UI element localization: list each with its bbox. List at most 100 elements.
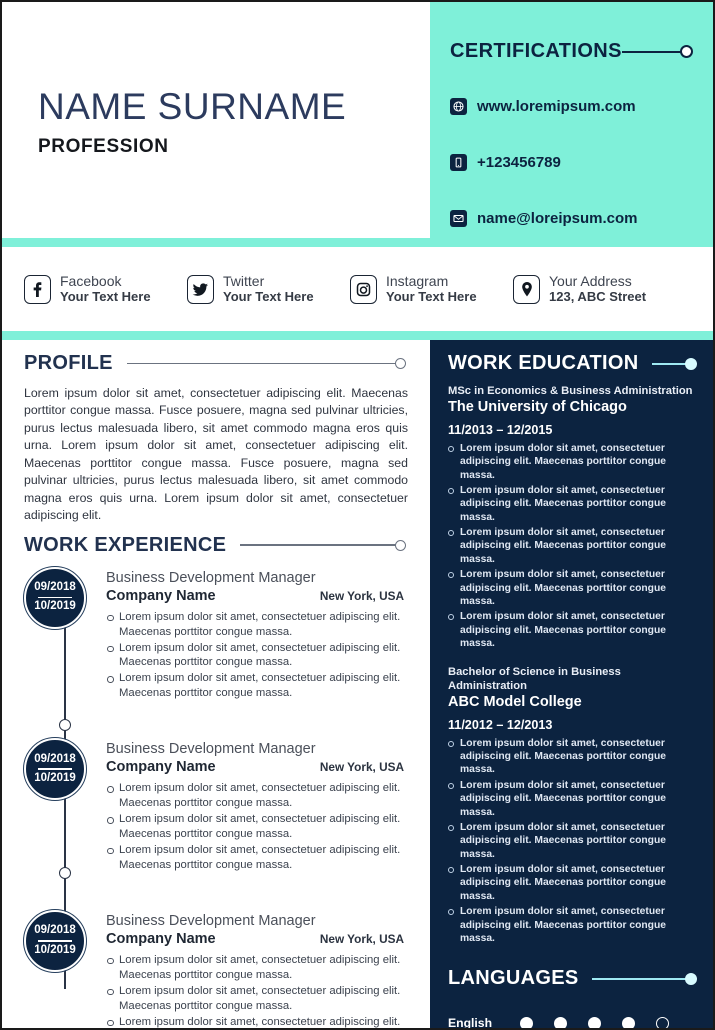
experience-item: 09/2018 10/2019 Business Development Man… xyxy=(23,908,408,1028)
education-item: Bachelor of Science in Business Administ… xyxy=(448,666,699,945)
location-pin-icon xyxy=(513,274,540,304)
work-experience-section-title: WORK EXPERIENCE xyxy=(24,533,227,556)
experience-start-date: 09/2018 xyxy=(34,752,76,765)
experience-location: New York, USA xyxy=(319,931,404,946)
experience-role: Business Development Manager xyxy=(106,569,316,586)
rating-dot-filled-icon[interactable] xyxy=(520,1016,533,1028)
education-degree: Bachelor of Science in Business Administ… xyxy=(448,666,621,692)
rule-end-dot-icon xyxy=(395,539,406,551)
list-item: Lorem ipsum dolor sit amet, consectetuer… xyxy=(106,671,408,701)
rule-line xyxy=(240,544,396,546)
education-bullets: Lorem ipsum dolor sit amet, consectetuer… xyxy=(448,442,699,651)
badge-separator xyxy=(38,768,72,770)
mobile-phone-icon xyxy=(450,154,467,171)
rule-end-dot-icon xyxy=(395,358,406,369)
social-item-facebook[interactable]: Facebook Your Text Here xyxy=(24,272,187,304)
badge-separator xyxy=(38,939,72,942)
languages-section: LANGUAGES English Spanish German xyxy=(448,967,699,1028)
timeline-node-icon xyxy=(58,718,71,731)
list-item: Lorem ipsum dolor sit amet, consectetuer… xyxy=(448,568,699,608)
certifications-rule xyxy=(622,51,684,53)
experience-end-date: 10/2019 xyxy=(34,771,76,784)
resume-page: NAME SURNAME PROFESSION CERTIFICATIONS w… xyxy=(0,0,715,1030)
rating-dot-filled-icon[interactable] xyxy=(554,1016,567,1028)
certifications-title: CERTIFICATIONS xyxy=(450,40,622,62)
experience-company-row: Company Name New York, USA xyxy=(106,588,408,604)
experience-timeline: 09/2018 10/2019 Business Development Man… xyxy=(23,565,408,1028)
social-item-address-text: Your Address 123, ABC Street xyxy=(549,272,647,304)
facebook-icon xyxy=(24,274,51,304)
experience-end-date: 10/2019 xyxy=(34,600,76,613)
social-item-instagram[interactable]: Instagram Your Text Here xyxy=(350,273,513,304)
list-item: Lorem ipsum dolor sit amet, consectetuer… xyxy=(106,812,408,842)
contact-phone-text: +123456789 xyxy=(477,154,561,171)
profile-section-title: PROFILE xyxy=(24,352,113,374)
social-item-twitter-sub: Your Text Here xyxy=(223,288,314,304)
teal-divider-band-bottom xyxy=(2,331,713,340)
experience-body: Business Development Manager Company Nam… xyxy=(106,738,408,874)
social-item-twitter[interactable]: Twitter Your Text Here xyxy=(187,272,350,304)
experience-date-badge: 09/2018 10/2019 xyxy=(23,565,87,630)
rating-dot-empty-icon[interactable] xyxy=(656,1016,669,1028)
social-item-twitter-name: Twitter xyxy=(223,272,265,289)
list-item: Lorem ipsum dolor sit amet, consectetuer… xyxy=(448,484,699,524)
profile-section-header: PROFILE xyxy=(24,352,408,375)
right-column: WORK EDUCATION MSc in Economics & Busine… xyxy=(430,340,713,1028)
profile-body-text: Lorem ipsum dolor sit amet, consectetuer… xyxy=(24,386,408,523)
instagram-icon xyxy=(350,274,377,304)
education-school: ABC Model College xyxy=(448,694,582,711)
experience-role: Business Development Manager xyxy=(106,741,316,758)
rating-dot-filled-icon[interactable] xyxy=(588,1016,601,1028)
social-item-facebook-name: Facebook xyxy=(60,272,122,289)
experience-start-date: 09/2018 xyxy=(34,924,76,937)
experience-company: Company Name xyxy=(106,930,216,947)
rating-dot-filled-icon[interactable] xyxy=(622,1016,635,1028)
education-dates: 11/2012 – 12/2013 xyxy=(448,717,553,732)
experience-company-row: Company Name New York, USA xyxy=(106,931,408,947)
languages-section-title: LANGUAGES xyxy=(448,967,579,990)
globe-icon xyxy=(450,98,467,115)
experience-company-row: Company Name New York, USA xyxy=(106,759,408,775)
experience-item: 09/2018 10/2019 Business Development Man… xyxy=(23,737,408,874)
list-item: Lorem ipsum dolor sit amet, consectetuer… xyxy=(106,781,408,811)
list-item: Lorem ipsum dolor sit amet, consectetuer… xyxy=(448,610,699,650)
left-column: PROFILE Lorem ipsum dolor sit amet, cons… xyxy=(2,340,430,1028)
list-item: Lorem ipsum dolor sit amet, consectetuer… xyxy=(106,641,408,671)
rule-line xyxy=(126,362,396,365)
contact-phone[interactable]: +123456789 xyxy=(450,154,561,171)
badge-separator xyxy=(38,596,72,599)
rule-line xyxy=(652,362,686,365)
languages-header-rule xyxy=(592,972,699,985)
list-item: Lorem ipsum dolor sit amet, consectetuer… xyxy=(106,984,408,1014)
social-item-address-sub: 123, ABC Street xyxy=(549,288,647,304)
experience-company: Company Name xyxy=(106,587,216,604)
certifications-rule-dot-icon xyxy=(680,45,693,58)
experience-role: Business Development Manager xyxy=(106,912,316,929)
social-item-instagram-sub: Your Text Here xyxy=(386,288,477,304)
social-item-address[interactable]: Your Address 123, ABC Street xyxy=(513,272,676,304)
rule-line xyxy=(592,977,686,980)
contact-email[interactable]: name@loreipsum.com xyxy=(450,210,638,227)
social-item-facebook-text: Facebook Your Text Here xyxy=(60,272,151,304)
list-item: Lorem ipsum dolor sit amet, consectetuer… xyxy=(448,863,699,903)
list-item: Lorem ipsum dolor sit amet, consectetuer… xyxy=(448,442,699,482)
list-item: Lorem ipsum dolor sit amet, consectetuer… xyxy=(448,821,699,861)
experience-bullets: Lorem ipsum dolor sit amet, consectetuer… xyxy=(106,610,408,701)
education-item: MSc in Economics & Business Administrati… xyxy=(448,385,699,650)
list-item: Lorem ipsum dolor sit amet, consectetuer… xyxy=(448,526,699,566)
contact-website-text: www.loremipsum.com xyxy=(477,98,636,115)
experience-bullets: Lorem ipsum dolor sit amet, consectetuer… xyxy=(106,953,408,1028)
experience-start-date: 09/2018 xyxy=(34,581,76,594)
experience-body: Business Development Manager Company Nam… xyxy=(106,910,408,1028)
education-section-title: WORK EDUCATION xyxy=(448,352,639,374)
header: NAME SURNAME PROFESSION CERTIFICATIONS w… xyxy=(2,2,713,238)
social-item-facebook-sub: Your Text Here xyxy=(60,288,151,304)
experience-location: New York, USA xyxy=(319,588,404,603)
list-item: Lorem ipsum dolor sit amet, consectetuer… xyxy=(106,610,408,640)
contact-website[interactable]: www.loremipsum.com xyxy=(450,98,636,115)
social-item-address-name: Your Address xyxy=(549,272,632,289)
social-links-bar: Facebook Your Text Here Twitter Your Tex… xyxy=(2,247,713,331)
rule-end-dot-icon xyxy=(685,357,697,370)
teal-divider-band-top xyxy=(2,238,713,247)
timeline-node-icon xyxy=(58,866,71,879)
